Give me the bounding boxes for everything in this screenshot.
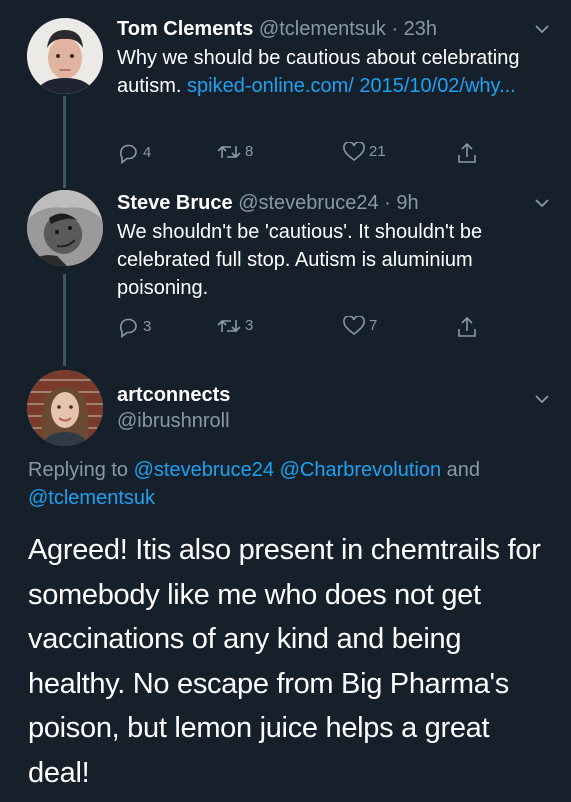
like-count: 7 (369, 317, 378, 334)
like-count: 21 (369, 143, 386, 160)
retweet-count: 8 (245, 143, 254, 160)
tweet-actions: 3 3 7 (117, 316, 477, 338)
share-button[interactable] (457, 316, 477, 338)
avatar[interactable] (27, 190, 103, 266)
tweet-text: Why we should be cautious about celebrat… (117, 47, 520, 97)
display-name[interactable]: Steve Bruce (117, 192, 233, 214)
tweet-steve-bruce[interactable]: Steve Bruce @stevebruce24 · 9h We should… (0, 190, 571, 350)
main-tweet-text: Agreed! Itis also present in chemtrails … (28, 534, 541, 789)
timestamp[interactable]: · 9h (384, 192, 418, 214)
heart-icon (343, 316, 365, 336)
mention-link[interactable]: @stevebruce24 (134, 459, 274, 481)
like-button[interactable]: 7 (343, 316, 377, 336)
share-button[interactable] (457, 142, 477, 164)
chevron-down-icon[interactable] (535, 196, 549, 210)
user-handle[interactable]: @stevebruce24 (238, 192, 378, 214)
retweet-button[interactable]: 3 (217, 316, 253, 336)
display-name[interactable]: Tom Clements (117, 18, 253, 40)
share-icon (458, 316, 476, 337)
tweet-header: artconnects @ibrushnroll (117, 382, 531, 434)
tweet-header: Tom Clements @tclementsuk · 23h (117, 16, 531, 42)
replying-to: Replying to @stevebruce24 @Charbrevoluti… (28, 459, 481, 509)
mention-link[interactable]: @tclementsuk (28, 487, 155, 509)
timestamp[interactable]: · 23h (391, 18, 437, 40)
reply-icon (119, 318, 137, 338)
share-icon (458, 142, 476, 163)
reply-count: 3 (143, 318, 152, 335)
chevron-down-icon[interactable] (535, 22, 549, 36)
reply-count: 4 (143, 144, 152, 161)
avatar[interactable] (27, 370, 103, 446)
retweet-icon (217, 319, 241, 333)
retweet-button[interactable]: 8 (217, 142, 253, 162)
tweet-tom-clements[interactable]: Tom Clements @tclementsuk · 23h Why we s… (0, 16, 571, 176)
chevron-down-icon[interactable] (535, 392, 549, 406)
reply-button[interactable]: 3 (117, 316, 151, 338)
like-button[interactable]: 21 (343, 142, 386, 162)
tweet-actions: 4 8 21 (117, 142, 477, 164)
heart-icon (343, 142, 365, 162)
tweet-text: We shouldn't be 'cautious'. It shouldn't… (117, 221, 483, 299)
tweet-header: Steve Bruce @stevebruce24 · 9h (117, 190, 531, 216)
display-name[interactable]: artconnects (117, 382, 531, 408)
reply-icon (119, 144, 137, 164)
tweet-link[interactable]: spiked-online.com/ 2015/10/02/why... (187, 75, 516, 97)
user-handle[interactable]: @ibrushnroll (117, 408, 531, 434)
avatar[interactable] (27, 18, 103, 94)
reply-button[interactable]: 4 (117, 142, 151, 164)
mention-link[interactable]: @Charbrevolution (280, 459, 442, 481)
retweet-icon (217, 145, 241, 159)
user-handle[interactable]: @tclementsuk (259, 18, 386, 40)
retweet-count: 3 (245, 317, 254, 334)
